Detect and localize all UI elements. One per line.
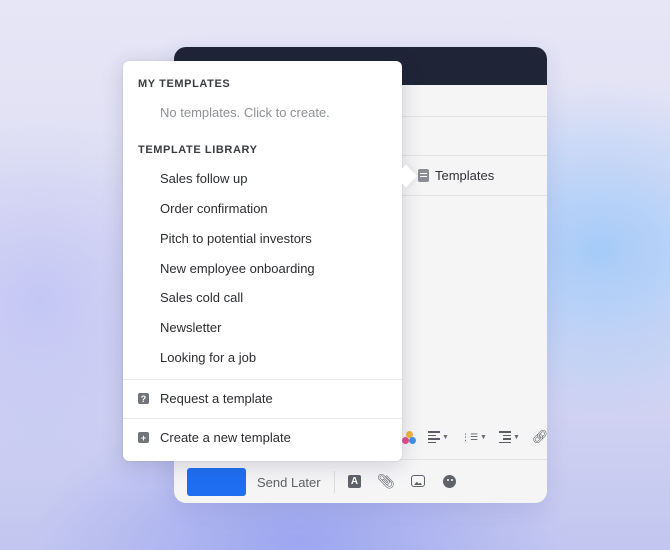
templates-button[interactable]: Templates <box>418 168 494 183</box>
create-template-item[interactable]: + Create a new template <box>138 430 291 445</box>
templates-button-label: Templates <box>435 168 495 183</box>
color-palette-icon[interactable] <box>402 430 416 444</box>
chevron-down-icon: ▼ <box>512 433 520 441</box>
templates-dropdown: MY TEMPLATES No templates. Click to crea… <box>123 61 418 461</box>
list-dropdown[interactable]: ⋮☰ ▼ <box>460 431 487 442</box>
align-left-icon <box>428 431 440 443</box>
library-item[interactable]: Sales follow up <box>160 171 247 186</box>
send-button[interactable] <box>187 468 246 496</box>
chevron-down-icon: ▼ <box>442 433 449 441</box>
question-icon: ? <box>138 393 149 404</box>
align-dropdown[interactable]: ▼ <box>428 431 449 443</box>
request-template-item[interactable]: ? Request a template <box>138 391 273 406</box>
emoji-icon[interactable] <box>443 474 456 488</box>
link-icon[interactable]: 🔗︎ <box>532 429 547 445</box>
send-later-button[interactable]: Send Later <box>257 475 321 490</box>
library-item[interactable]: New employee onboarding <box>160 261 315 276</box>
menu-divider <box>123 379 402 380</box>
divider <box>334 471 335 493</box>
text-format-icon[interactable]: A <box>348 474 361 488</box>
my-templates-heading: MY TEMPLATES <box>138 78 231 90</box>
indent-dropdown[interactable]: ▼ <box>498 431 520 443</box>
library-item[interactable]: Looking for a job <box>160 350 256 365</box>
chevron-down-icon: ▼ <box>480 433 487 441</box>
footer-actions: A 📎︎ <box>348 473 456 489</box>
image-icon[interactable] <box>411 475 425 487</box>
plus-icon: + <box>138 432 149 443</box>
numbered-list-icon: ⋮☰ <box>460 431 479 442</box>
library-item[interactable]: Pitch to potential investors <box>160 231 312 246</box>
formatting-toolbar: ▼ ⋮☰ ▼ ▼ 🔗︎ <box>402 429 547 445</box>
document-icon <box>418 169 429 182</box>
library-item[interactable]: Newsletter <box>160 320 221 335</box>
empty-templates-message[interactable]: No templates. Click to create. <box>160 105 330 120</box>
indent-icon <box>498 431 511 443</box>
library-item[interactable]: Sales cold call <box>160 290 243 305</box>
paperclip-icon[interactable]: 📎︎ <box>377 473 395 489</box>
library-item[interactable]: Order confirmation <box>160 201 268 216</box>
template-library-heading: TEMPLATE LIBRARY <box>138 144 258 156</box>
menu-divider <box>123 418 402 419</box>
request-template-label: Request a template <box>160 391 273 406</box>
create-template-label: Create a new template <box>160 430 291 445</box>
